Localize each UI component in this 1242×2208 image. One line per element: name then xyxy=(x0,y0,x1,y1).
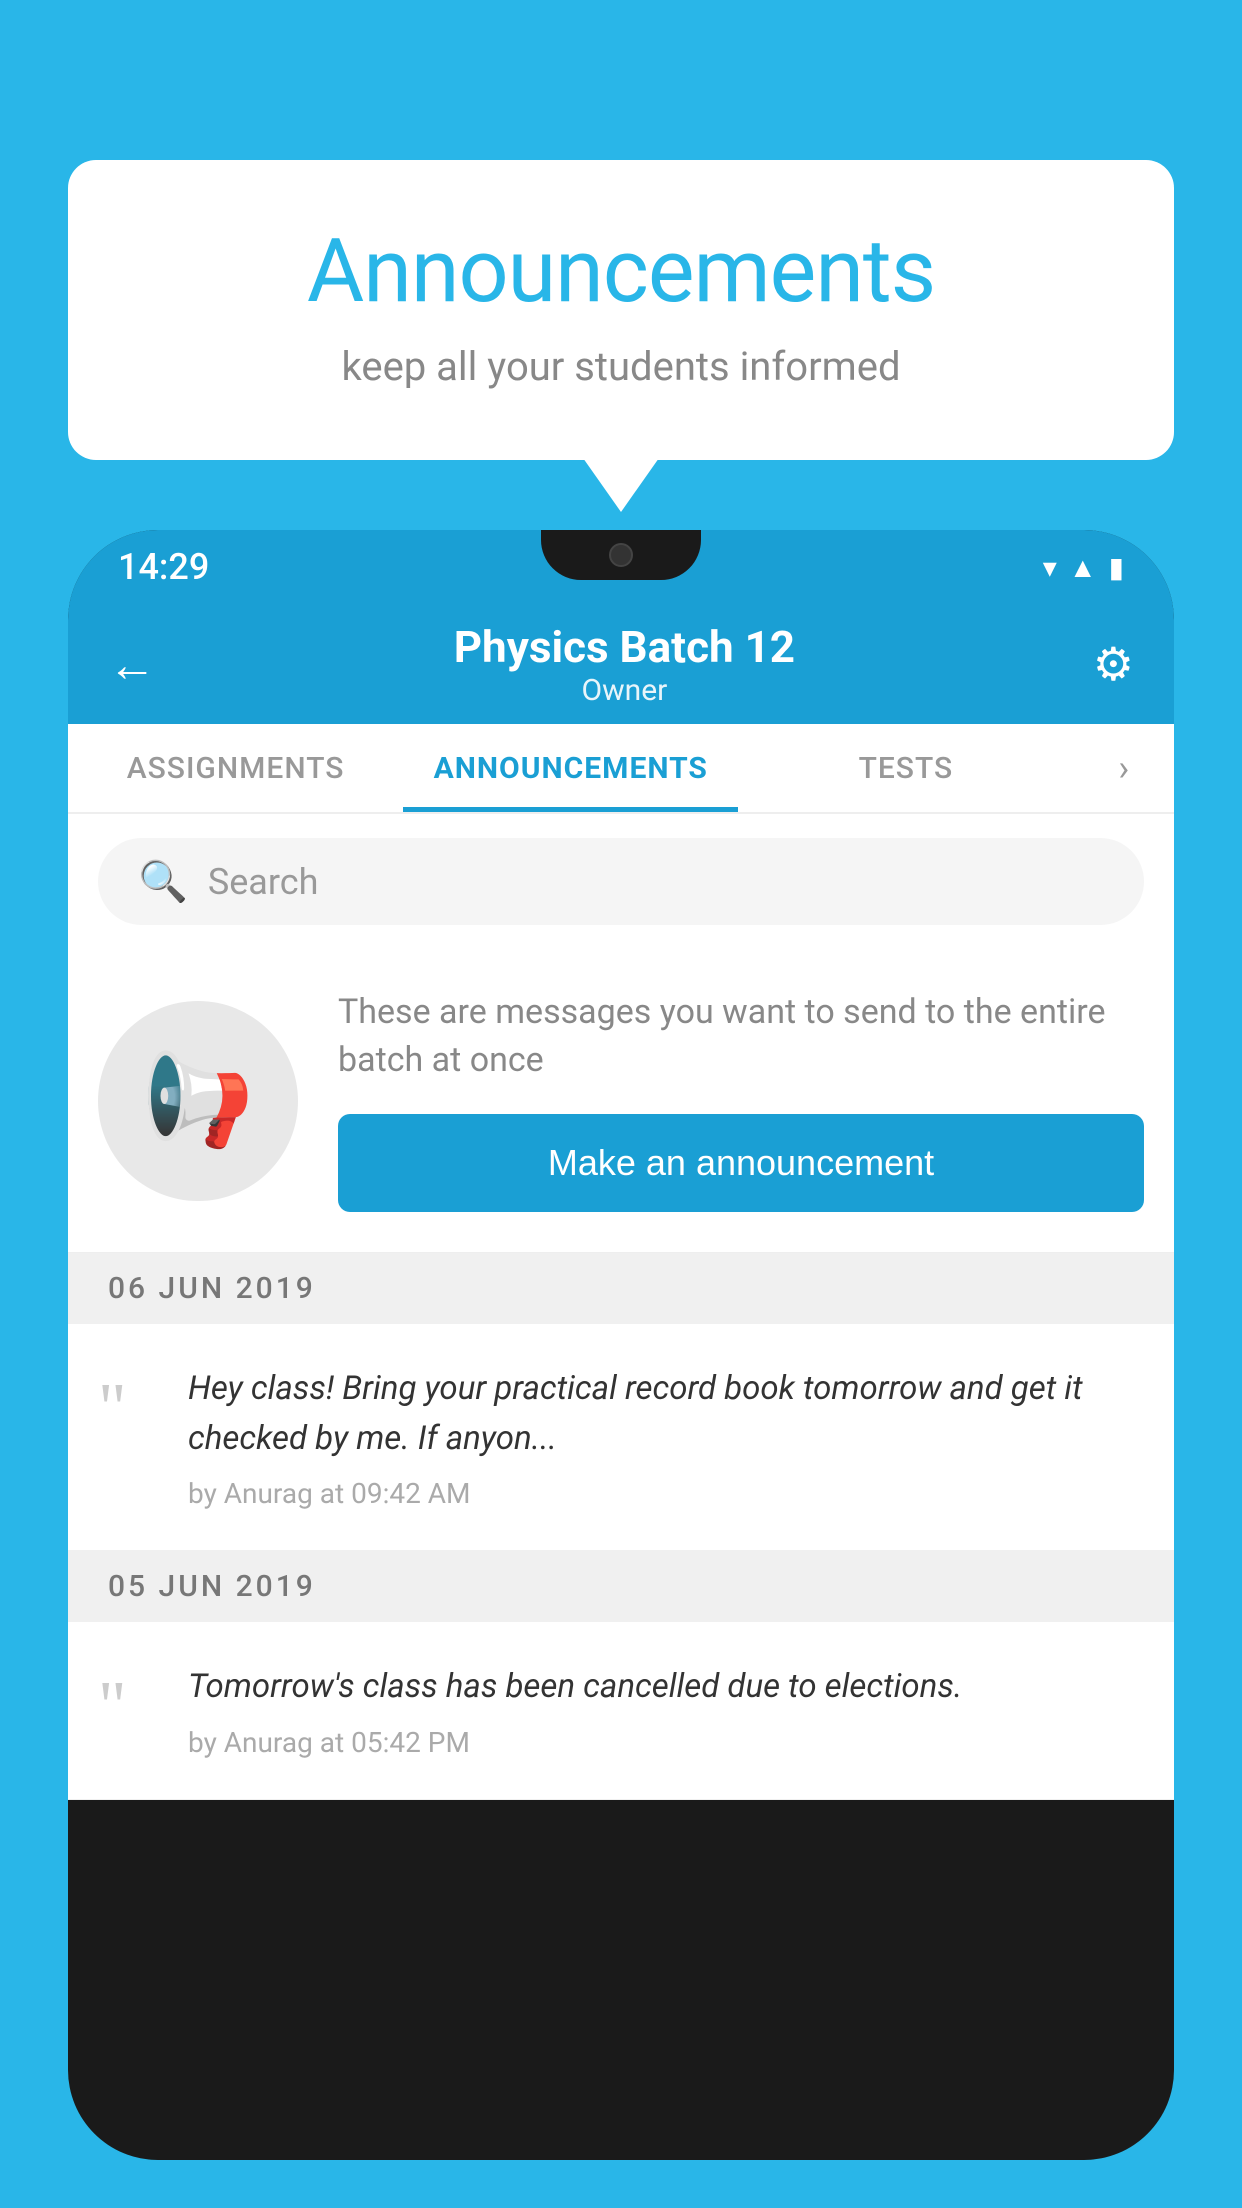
header-title-area: Physics Batch 12 Owner xyxy=(454,621,795,708)
settings-icon[interactable]: ⚙ xyxy=(1093,637,1134,692)
announcement-message-2: Tomorrow's class has been cancelled due … xyxy=(188,1662,1144,1712)
status-icons: ▾ ▲ ▮ xyxy=(1043,551,1124,584)
phone-frame: 14:29 ▾ ▲ ▮ ← Physics Batch 12 Owner ⚙ A… xyxy=(68,530,1174,2160)
tab-more[interactable]: › xyxy=(1073,724,1174,812)
announcement-meta-1: by Anurag at 09:42 AM xyxy=(188,1477,1144,1510)
bubble-title: Announcements xyxy=(148,220,1094,323)
announcement-icon-circle: 📢 xyxy=(98,1001,298,1201)
speech-bubble: Announcements keep all your students inf… xyxy=(68,160,1174,460)
speech-bubble-section: Announcements keep all your students inf… xyxy=(68,160,1174,460)
phone-wrapper: 14:29 ▾ ▲ ▮ ← Physics Batch 12 Owner ⚙ A… xyxy=(68,530,1174,2208)
tab-announcements[interactable]: ANNOUNCEMENTS xyxy=(403,724,738,812)
announcement-prompt: 📢 These are messages you want to send to… xyxy=(68,949,1174,1253)
app-content: 🔍 Search 📢 These are messages you want t… xyxy=(68,814,1174,1800)
bubble-subtitle: keep all your students informed xyxy=(148,343,1094,390)
announcement-prompt-right: These are messages you want to send to t… xyxy=(338,989,1144,1212)
back-button[interactable]: ← xyxy=(108,636,156,693)
announcement-item-2[interactable]: " Tomorrow's class has been cancelled du… xyxy=(68,1622,1174,1800)
make-announcement-button[interactable]: Make an announcement xyxy=(338,1114,1144,1212)
wifi-icon: ▾ xyxy=(1043,551,1057,584)
batch-role: Owner xyxy=(454,673,795,708)
search-icon: 🔍 xyxy=(138,858,188,905)
battery-icon: ▮ xyxy=(1109,551,1124,584)
tab-tests[interactable]: TESTS xyxy=(738,724,1073,812)
announcement-text-area-1: Hey class! Bring your practical record b… xyxy=(188,1364,1144,1510)
announcement-item-1[interactable]: " Hey class! Bring your practical record… xyxy=(68,1324,1174,1551)
announcement-description: These are messages you want to send to t… xyxy=(338,989,1144,1084)
announcement-message-1: Hey class! Bring your practical record b… xyxy=(188,1364,1144,1463)
tabs-bar: ASSIGNMENTS ANNOUNCEMENTS TESTS › xyxy=(68,724,1174,814)
batch-title: Physics Batch 12 xyxy=(454,621,795,673)
app-header: ← Physics Batch 12 Owner ⚙ xyxy=(68,604,1174,724)
search-bar[interactable]: 🔍 Search xyxy=(98,838,1144,925)
front-camera xyxy=(609,543,633,567)
date-divider-1: 06 JUN 2019 xyxy=(68,1253,1174,1324)
announcement-text-area-2: Tomorrow's class has been cancelled due … xyxy=(188,1662,1144,1759)
signal-icon: ▲ xyxy=(1069,551,1097,584)
megaphone-icon: 📢 xyxy=(142,1048,254,1153)
quote-icon-2: " xyxy=(98,1662,158,1742)
status-bar: 14:29 ▾ ▲ ▮ xyxy=(68,530,1174,604)
quote-icon-1: " xyxy=(98,1364,158,1444)
status-time: 14:29 xyxy=(118,546,209,588)
search-placeholder: Search xyxy=(208,861,319,903)
date-divider-2: 05 JUN 2019 xyxy=(68,1551,1174,1622)
tab-assignments[interactable]: ASSIGNMENTS xyxy=(68,724,403,812)
notch xyxy=(541,530,701,580)
search-container: 🔍 Search xyxy=(68,814,1174,949)
announcement-meta-2: by Anurag at 05:42 PM xyxy=(188,1726,1144,1759)
